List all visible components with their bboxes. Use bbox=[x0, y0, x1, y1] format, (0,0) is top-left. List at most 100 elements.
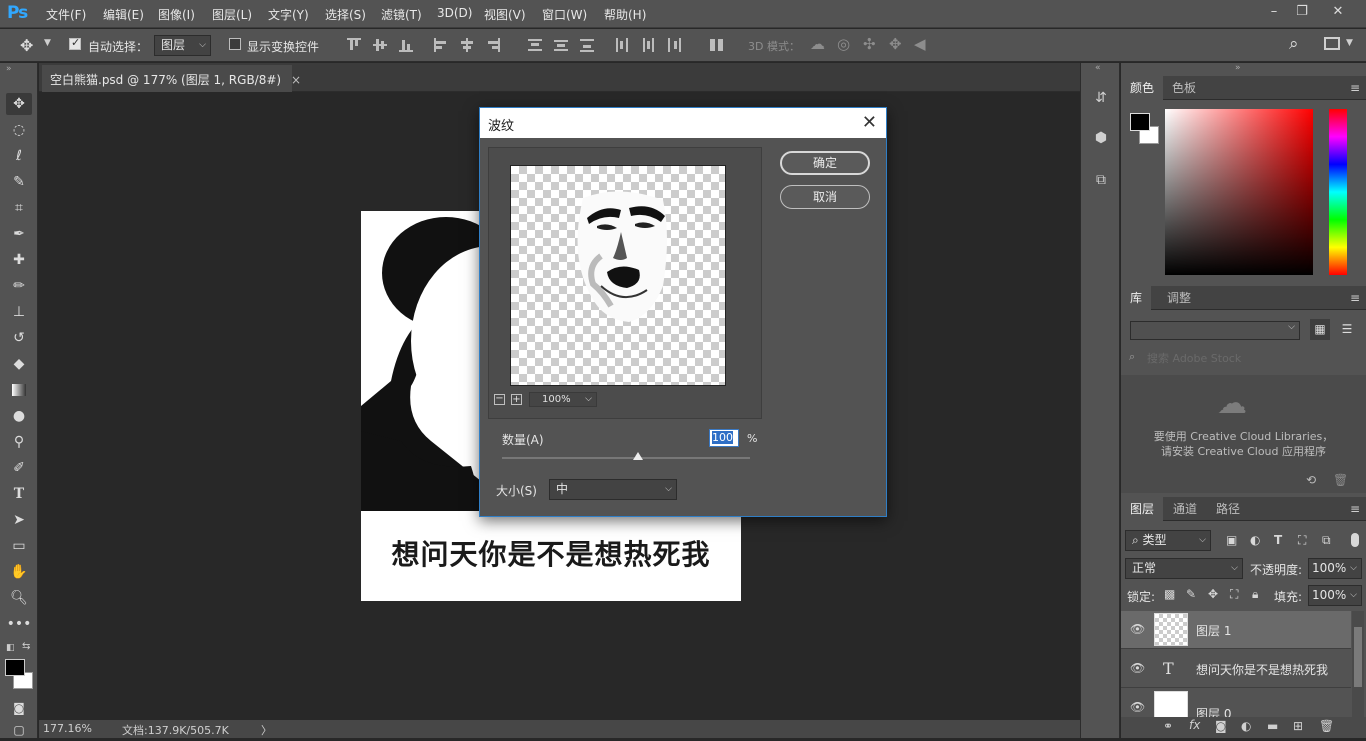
stamp-tool-icon[interactable]: ⊥ bbox=[6, 301, 32, 323]
filter-adjustment-icon[interactable]: ◐ bbox=[1250, 533, 1260, 547]
lock-position-icon[interactable]: ✥ bbox=[1208, 587, 1218, 601]
collapse-panels-icon[interactable]: » bbox=[1235, 63, 1241, 73]
menu-window[interactable]: 窗口(W) bbox=[542, 6, 587, 23]
blur-tool-icon[interactable]: ● bbox=[6, 405, 32, 427]
menu-image[interactable]: 图像(I) bbox=[158, 6, 195, 23]
path-select-icon[interactable]: ➤ bbox=[6, 509, 32, 531]
align-top-icon[interactable] bbox=[347, 38, 361, 52]
move-tool-icon[interactable]: ✥ bbox=[20, 36, 33, 55]
menu-file[interactable]: 文件(F) bbox=[46, 6, 86, 23]
align-left-icon[interactable] bbox=[434, 38, 448, 52]
hand-tool-icon[interactable]: ✋ bbox=[6, 561, 32, 583]
zoom-tool-icon[interactable]: 🔍︎ bbox=[6, 587, 32, 609]
panel-menu-icon[interactable]: ≡ bbox=[1350, 291, 1360, 305]
layers-scrollbar[interactable] bbox=[1352, 611, 1364, 717]
3d-pan-icon[interactable]: ✣ bbox=[863, 35, 876, 53]
layer-row[interactable]: 👁︎ T 想问天你是不是想热死我 bbox=[1121, 650, 1351, 688]
document-tab[interactable]: 空白熊猫.psd @ 177% (图层 1, RGB/8#) × bbox=[42, 65, 301, 92]
filter-smart-object-icon[interactable]: ⧉ bbox=[1322, 533, 1331, 548]
color-fg-swatch[interactable] bbox=[1130, 113, 1150, 131]
pen-tool-icon[interactable]: ✐ bbox=[6, 457, 32, 479]
library-search-input[interactable]: 搜索 Adobe Stock bbox=[1147, 350, 1241, 366]
grid-view-icon[interactable]: ▦ bbox=[1310, 319, 1330, 340]
swap-colors-icon[interactable]: ⇆ bbox=[22, 641, 30, 652]
color-field[interactable] bbox=[1165, 109, 1313, 275]
brush-tool-icon[interactable]: ✏ bbox=[6, 275, 32, 297]
link-layers-icon[interactable]: ⚭ bbox=[1163, 719, 1173, 733]
move-tool-icon[interactable]: ✥ bbox=[6, 93, 32, 115]
close-icon[interactable]: ✕ bbox=[862, 112, 877, 133]
lasso-tool-icon[interactable]: ℓ bbox=[6, 145, 32, 167]
filter-type-icon[interactable]: T bbox=[1274, 533, 1282, 547]
eye-icon[interactable]: 👁︎ bbox=[1130, 661, 1145, 675]
minimize-icon[interactable]: – bbox=[1264, 3, 1284, 21]
align-vcenter-icon[interactable] bbox=[373, 38, 387, 52]
menu-3d[interactable]: 3D(D) bbox=[437, 6, 472, 20]
workspace-icon[interactable] bbox=[1324, 37, 1340, 50]
distribute-right-icon[interactable] bbox=[667, 38, 681, 52]
lock-artboard-icon[interactable]: ⛶ bbox=[1230, 587, 1238, 602]
auto-select-checkbox[interactable] bbox=[69, 36, 81, 50]
menu-layer[interactable]: 图层(L) bbox=[212, 6, 252, 23]
amount-slider-thumb[interactable] bbox=[633, 452, 644, 460]
chevron-down-icon[interactable]: ▼ bbox=[1346, 38, 1353, 48]
layer-row[interactable]: 👁︎ 图层 1 bbox=[1121, 611, 1351, 649]
new-layer-icon[interactable]: ⊞ bbox=[1293, 719, 1303, 733]
rectangle-tool-icon[interactable]: ▭ bbox=[6, 535, 32, 557]
cancel-button[interactable]: 取消 bbox=[780, 185, 870, 209]
filter-pixel-icon[interactable]: ▣ bbox=[1226, 533, 1237, 547]
hue-slider[interactable] bbox=[1329, 109, 1347, 275]
panel-menu-icon[interactable]: ≡ bbox=[1350, 81, 1360, 95]
eraser-tool-icon[interactable]: ◆ bbox=[6, 353, 32, 375]
3d-slide-icon[interactable]: ✥ bbox=[889, 35, 902, 53]
search-icon[interactable]: ⌕ bbox=[1289, 34, 1299, 54]
align-right-icon[interactable] bbox=[486, 38, 500, 52]
type-tool-icon[interactable]: T bbox=[6, 483, 32, 505]
restore-icon[interactable]: ❐ bbox=[1292, 3, 1312, 21]
properties-panel-icon[interactable]: ⧉ bbox=[1090, 169, 1112, 191]
library-dropdown[interactable]: ⌵ bbox=[1130, 321, 1300, 340]
size-dropdown[interactable]: 中 ⌵ bbox=[549, 479, 677, 500]
distribute-left-icon[interactable] bbox=[615, 38, 629, 52]
align-bottom-icon[interactable] bbox=[399, 38, 413, 52]
panel-menu-icon[interactable]: ≡ bbox=[1350, 502, 1360, 516]
collapse-icon[interactable]: » bbox=[6, 64, 12, 74]
history-panel-icon[interactable]: ⇵ bbox=[1090, 87, 1112, 109]
dodge-tool-icon[interactable]: ⚲ bbox=[6, 431, 32, 453]
preview-zoom-dropdown[interactable]: 100% ⌵ bbox=[529, 392, 597, 407]
layer-filter-dropdown[interactable]: ⌕ 类型 ⌵ bbox=[1125, 530, 1211, 551]
auto-align-icon[interactable] bbox=[710, 38, 724, 52]
tab-swatches[interactable]: 色板 bbox=[1163, 76, 1205, 100]
expand-icon[interactable]: « bbox=[1095, 63, 1101, 73]
filter-shape-icon[interactable]: ⛶ bbox=[1298, 533, 1306, 548]
tab-paths[interactable]: 路径 bbox=[1207, 497, 1249, 521]
fx-icon[interactable]: fx bbox=[1189, 718, 1200, 732]
list-view-icon[interactable]: ☰ bbox=[1337, 319, 1357, 340]
3d-roll-icon[interactable]: ◎ bbox=[837, 35, 850, 53]
history-brush-icon[interactable]: ↺ bbox=[6, 327, 32, 349]
align-hcenter-icon[interactable] bbox=[460, 38, 474, 52]
group-folder-icon[interactable]: ▬ bbox=[1267, 719, 1278, 733]
show-transform-checkbox[interactable] bbox=[229, 38, 241, 50]
auto-select-dropdown[interactable]: 图层 ⌵ bbox=[154, 35, 211, 56]
menu-select[interactable]: 选择(S) bbox=[325, 6, 366, 23]
opacity-field[interactable]: 100% ⌵ bbox=[1308, 558, 1362, 579]
adjustment-layer-icon[interactable]: ◐ bbox=[1241, 719, 1251, 733]
eyedropper-tool-icon[interactable]: ✒ bbox=[6, 223, 32, 245]
distribute-hcenter-icon[interactable] bbox=[641, 38, 655, 52]
healing-brush-icon[interactable]: ✚ bbox=[6, 249, 32, 271]
preview-image[interactable] bbox=[510, 165, 726, 386]
menu-edit[interactable]: 编辑(E) bbox=[103, 6, 144, 23]
3d-panel-icon[interactable]: ⬢ bbox=[1090, 127, 1112, 149]
ok-button[interactable]: 确定 bbox=[780, 151, 870, 175]
blend-mode-dropdown[interactable]: 正常 ⌵ bbox=[1125, 558, 1243, 579]
tab-adjustments[interactable]: 调整 bbox=[1158, 286, 1200, 310]
foreground-color-swatch[interactable] bbox=[5, 659, 25, 676]
amount-slider-track[interactable] bbox=[502, 457, 750, 459]
lock-pixels-icon[interactable]: ✎ bbox=[1186, 587, 1196, 601]
chevron-down-icon[interactable]: ▼ bbox=[44, 38, 51, 48]
fill-field[interactable]: 100% ⌵ bbox=[1308, 585, 1362, 606]
tab-library[interactable]: 库 bbox=[1121, 286, 1152, 310]
menu-type[interactable]: 文字(Y) bbox=[268, 6, 309, 23]
menu-filter[interactable]: 滤镜(T) bbox=[381, 6, 422, 23]
